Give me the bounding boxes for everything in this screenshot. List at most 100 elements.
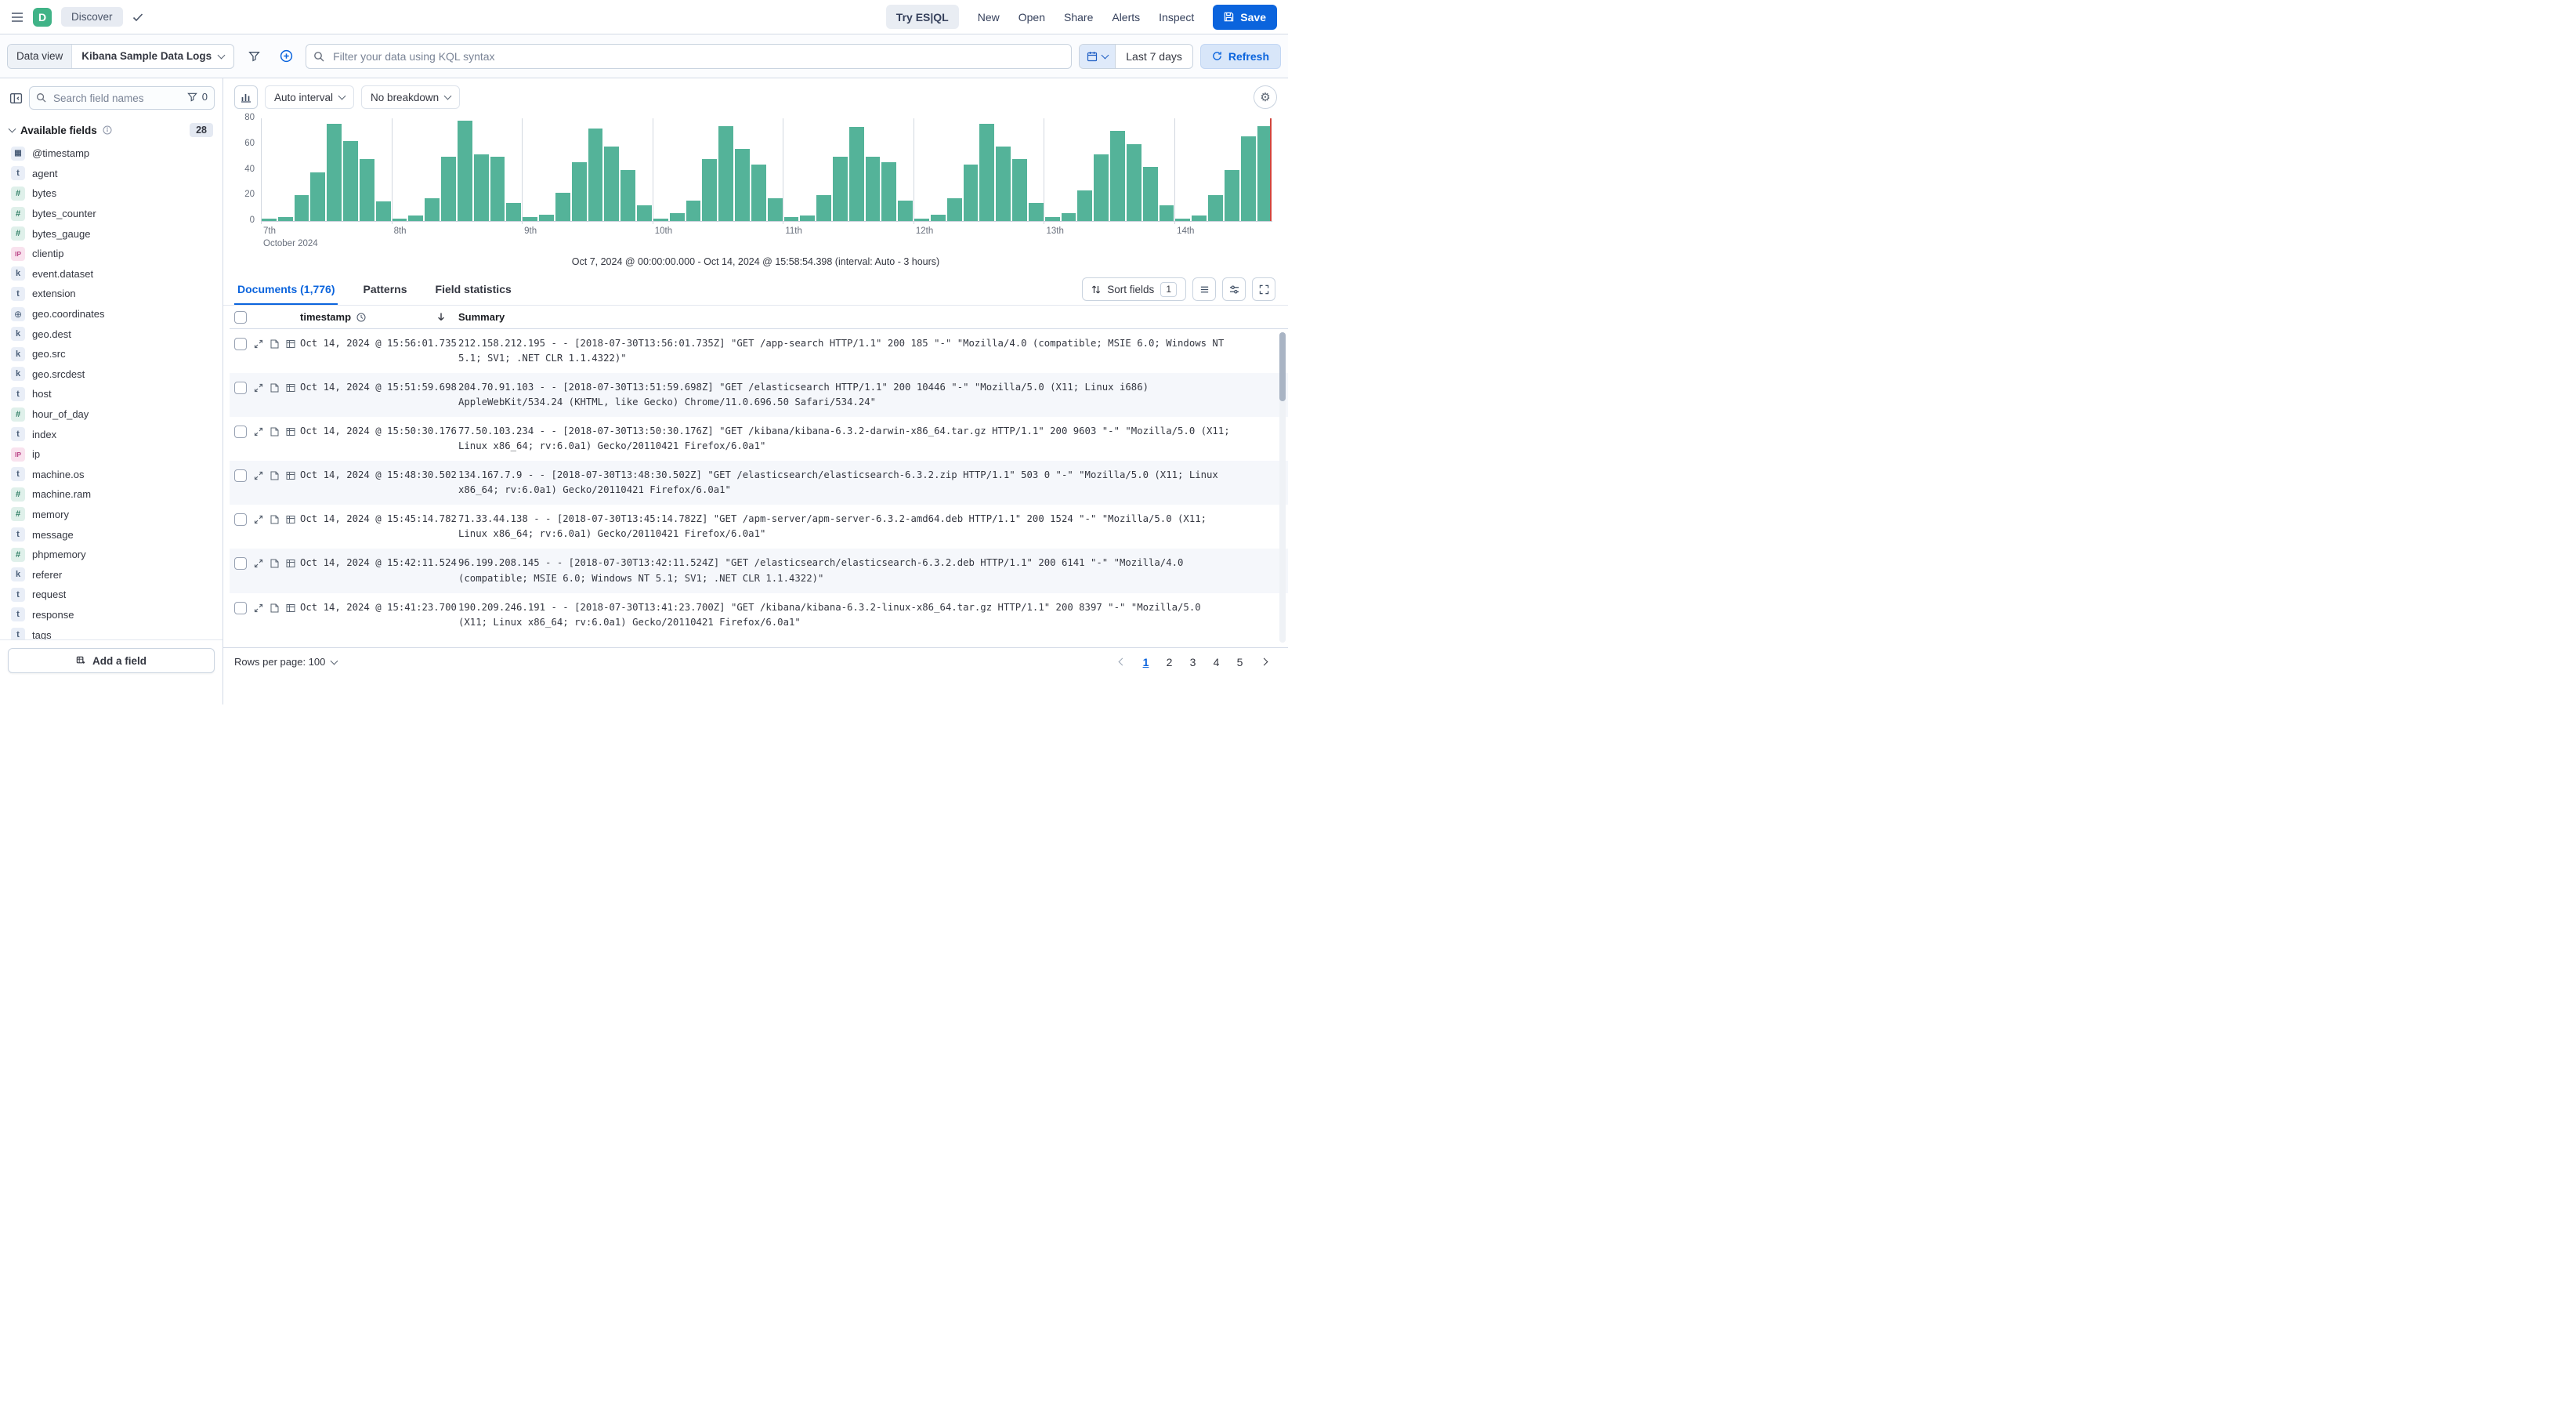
histogram-bar[interactable] bbox=[881, 161, 897, 221]
document-icon[interactable] bbox=[270, 559, 279, 568]
sort-descending-icon[interactable] bbox=[436, 312, 446, 322]
field-item-geo.dest[interactable]: k geo.dest bbox=[5, 324, 218, 344]
histogram-bar[interactable] bbox=[359, 159, 374, 221]
histogram-bar[interactable] bbox=[506, 203, 522, 221]
document-icon[interactable] bbox=[270, 427, 279, 436]
histogram-bar[interactable] bbox=[1094, 154, 1109, 221]
row-checkbox[interactable] bbox=[234, 338, 247, 350]
field-item-referer[interactable]: k referer bbox=[5, 564, 218, 585]
histogram-bar[interactable] bbox=[555, 192, 570, 221]
auto-interval-select[interactable]: Auto interval bbox=[265, 85, 355, 109]
nav-link-open[interactable]: Open bbox=[1018, 11, 1045, 24]
scrollbar-thumb[interactable] bbox=[1279, 332, 1286, 401]
expand-row-icon[interactable] bbox=[254, 427, 263, 436]
histogram-bar[interactable] bbox=[1077, 190, 1093, 221]
hamburger-menu-icon[interactable] bbox=[11, 12, 24, 23]
histogram-bar[interactable] bbox=[604, 147, 620, 221]
field-item-clientip[interactable]: IP clientip bbox=[5, 244, 218, 264]
document-icon[interactable] bbox=[270, 339, 279, 349]
histogram-bar[interactable] bbox=[800, 216, 816, 221]
tab-documents[interactable]: Documents (1,776) bbox=[234, 274, 338, 305]
table-view-icon[interactable] bbox=[286, 471, 295, 480]
try-esql-button[interactable]: Try ES|QL bbox=[885, 5, 959, 29]
histogram-bar[interactable] bbox=[767, 197, 783, 221]
rows-per-page-button[interactable]: Rows per page: 100 bbox=[234, 656, 338, 668]
histogram-bar[interactable] bbox=[392, 218, 407, 221]
histogram-bar[interactable] bbox=[425, 197, 440, 221]
histogram-bar[interactable] bbox=[277, 217, 293, 221]
histogram-bar[interactable] bbox=[441, 157, 456, 221]
field-item-hour_of_day[interactable]: # hour_of_day bbox=[5, 404, 218, 425]
histogram-bar[interactable] bbox=[1044, 217, 1060, 221]
display-density-button[interactable] bbox=[1192, 277, 1216, 301]
date-quick-menu[interactable] bbox=[1080, 44, 1116, 68]
kql-search-input[interactable] bbox=[306, 43, 1073, 69]
histogram-bar[interactable] bbox=[523, 217, 538, 221]
add-field-button[interactable]: Add a field bbox=[8, 648, 215, 673]
histogram-bar[interactable] bbox=[620, 169, 636, 221]
field-item-extension[interactable]: t extension bbox=[5, 284, 218, 304]
document-icon[interactable] bbox=[270, 603, 279, 613]
histogram-bar[interactable] bbox=[327, 123, 342, 221]
histogram-bar[interactable] bbox=[490, 157, 505, 221]
histogram-bar[interactable] bbox=[1012, 159, 1027, 221]
field-item-geo.src[interactable]: k geo.src bbox=[5, 344, 218, 364]
histogram-bar[interactable] bbox=[1028, 203, 1044, 221]
field-item-bytes_counter[interactable]: # bytes_counter bbox=[5, 204, 218, 224]
timestamp-column-header[interactable]: timestamp bbox=[300, 311, 457, 323]
table-view-icon[interactable] bbox=[286, 427, 295, 436]
page-button-5[interactable]: 5 bbox=[1230, 652, 1250, 672]
document-icon[interactable] bbox=[270, 383, 279, 393]
histogram-bar[interactable] bbox=[1240, 136, 1256, 221]
histogram-bar[interactable] bbox=[1061, 213, 1076, 221]
histogram-bar[interactable] bbox=[637, 205, 652, 221]
nav-link-new[interactable]: New bbox=[978, 11, 1000, 24]
histogram-bar[interactable] bbox=[718, 125, 734, 221]
histogram-bar[interactable] bbox=[1224, 169, 1239, 221]
expand-row-icon[interactable] bbox=[254, 515, 263, 524]
expand-row-icon[interactable] bbox=[254, 383, 263, 393]
saved-query-filter-button[interactable] bbox=[241, 44, 266, 69]
table-scrollbar[interactable] bbox=[1279, 332, 1286, 643]
histogram-bar[interactable] bbox=[848, 127, 864, 221]
field-item-geo.srcdest[interactable]: k geo.srcdest bbox=[5, 364, 218, 385]
edit-visualization-button[interactable] bbox=[234, 85, 258, 109]
histogram-bar[interactable] bbox=[963, 164, 979, 221]
histogram-bar[interactable] bbox=[996, 147, 1011, 221]
histogram-bar[interactable] bbox=[262, 218, 277, 221]
histogram-bar[interactable] bbox=[1208, 195, 1223, 221]
refresh-button[interactable]: Refresh bbox=[1199, 43, 1281, 69]
histogram-bar[interactable] bbox=[1142, 167, 1158, 221]
histogram-bar[interactable] bbox=[375, 201, 391, 221]
document-icon[interactable] bbox=[270, 515, 279, 524]
nav-link-inspect[interactable]: Inspect bbox=[1159, 11, 1194, 24]
document-icon[interactable] bbox=[270, 471, 279, 480]
field-item-machine.ram[interactable]: # machine.ram bbox=[5, 484, 218, 505]
field-item-message[interactable]: t message bbox=[5, 524, 218, 545]
histogram-bar[interactable] bbox=[310, 172, 326, 221]
chevron-down-icon[interactable] bbox=[8, 125, 16, 133]
save-button[interactable]: Save bbox=[1213, 4, 1277, 30]
row-checkbox[interactable] bbox=[234, 601, 247, 614]
data-view-value[interactable]: Kibana Sample Data Logs bbox=[72, 45, 233, 68]
histogram-bar[interactable] bbox=[783, 217, 799, 221]
field-item-bytes_gauge[interactable]: # bytes_gauge bbox=[5, 223, 218, 244]
histogram-bar[interactable] bbox=[1175, 218, 1191, 221]
expand-row-icon[interactable] bbox=[254, 471, 263, 480]
chart-options-button[interactable]: ⚙ bbox=[1254, 85, 1277, 109]
row-checkbox[interactable] bbox=[234, 469, 247, 483]
histogram-bar[interactable] bbox=[539, 214, 554, 221]
breadcrumb[interactable]: Discover bbox=[61, 7, 123, 27]
field-item-memory[interactable]: # memory bbox=[5, 505, 218, 525]
project-logo[interactable]: D bbox=[33, 7, 52, 27]
expand-row-icon[interactable] bbox=[254, 603, 263, 613]
row-checkbox[interactable] bbox=[234, 426, 247, 439]
add-filter-button[interactable] bbox=[273, 44, 298, 69]
histogram-bar[interactable] bbox=[669, 213, 685, 221]
row-checkbox[interactable] bbox=[234, 557, 247, 570]
histogram-bar[interactable] bbox=[343, 141, 358, 221]
histogram-bar[interactable] bbox=[1159, 205, 1174, 221]
field-item-event.dataset[interactable]: k event.dataset bbox=[5, 264, 218, 284]
histogram-bar[interactable] bbox=[1192, 216, 1207, 221]
histogram-bar[interactable] bbox=[1110, 131, 1125, 221]
